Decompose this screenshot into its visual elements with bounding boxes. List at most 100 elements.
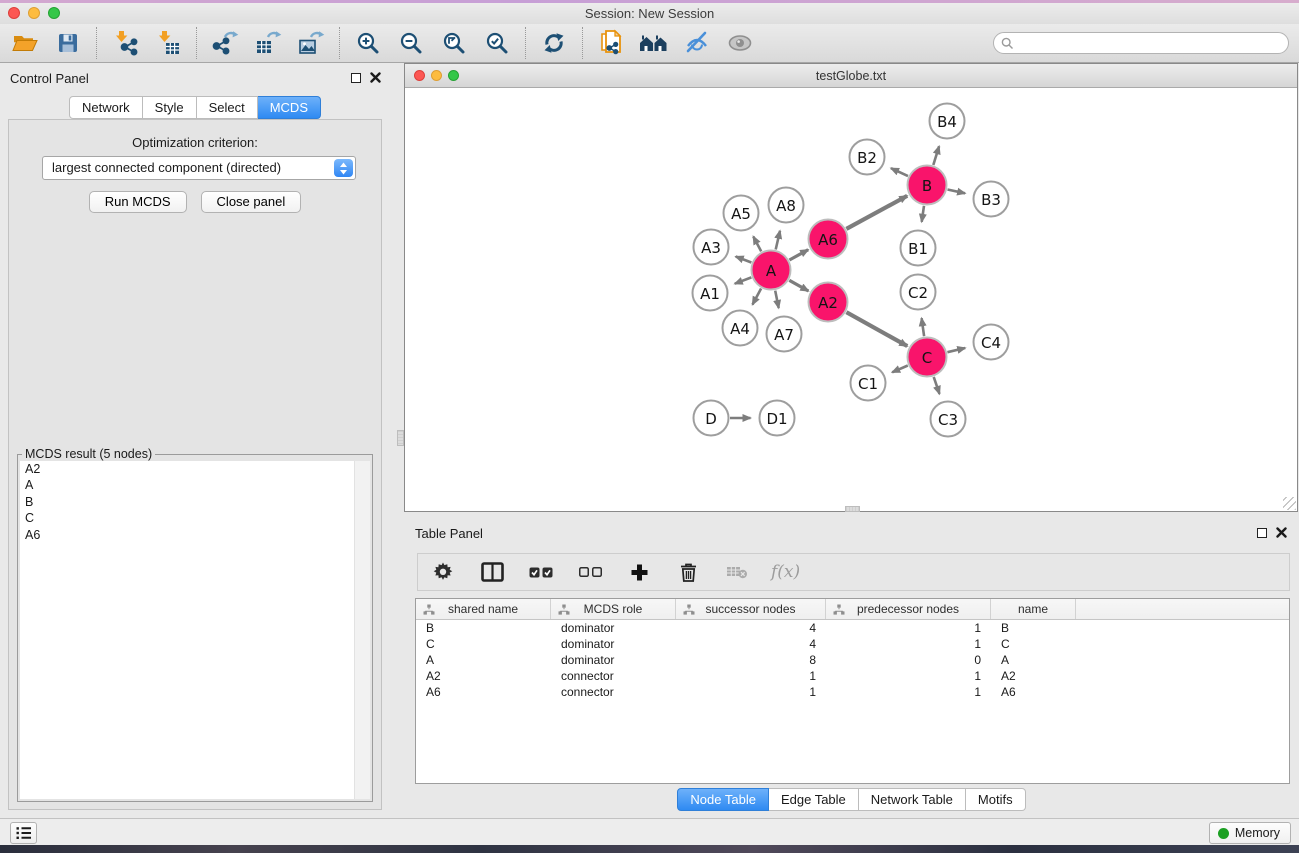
table-cell[interactable]: dominator bbox=[551, 636, 676, 652]
criterion-dropdown[interactable]: largest connected component (directed) bbox=[42, 156, 356, 180]
graph-edge-A2-C[interactable] bbox=[846, 312, 907, 346]
search-input[interactable] bbox=[1019, 36, 1281, 50]
table-cell[interactable]: 8 bbox=[676, 652, 826, 668]
graph-edge-A-A7[interactable] bbox=[775, 291, 779, 308]
graph-edge-B-B1[interactable] bbox=[922, 206, 924, 222]
open-session-icon[interactable] bbox=[10, 28, 40, 58]
column-header-predecessor-nodes[interactable]: predecessor nodes bbox=[826, 599, 991, 619]
add-column-icon[interactable] bbox=[624, 557, 654, 587]
graph-edge-B-B4[interactable] bbox=[933, 146, 939, 165]
table-row[interactable]: Bdominator41B bbox=[416, 620, 1289, 636]
panel-divider-grip[interactable] bbox=[397, 430, 404, 446]
close-panel-button[interactable]: Close panel bbox=[201, 191, 302, 213]
table-cell[interactable]: dominator bbox=[551, 652, 676, 668]
table-tab-network-table[interactable]: Network Table bbox=[859, 788, 966, 811]
network-close-button[interactable] bbox=[414, 70, 425, 81]
settings-gear-icon[interactable] bbox=[428, 557, 458, 587]
table-cell[interactable]: 1 bbox=[826, 684, 991, 700]
graph-edge-A6-B[interactable] bbox=[846, 196, 907, 229]
zoom-out-icon[interactable] bbox=[396, 28, 426, 58]
table-cell[interactable]: A bbox=[416, 652, 551, 668]
table-cell[interactable]: A2 bbox=[416, 668, 551, 684]
export-image-icon[interactable] bbox=[296, 28, 326, 58]
memory-button[interactable]: Memory bbox=[1209, 822, 1291, 844]
zoom-selected-icon[interactable] bbox=[482, 28, 512, 58]
table-cell[interactable]: B bbox=[416, 620, 551, 636]
mcds-result-list[interactable]: A2ABCA6 bbox=[20, 461, 370, 799]
float-table-panel-icon[interactable] bbox=[1257, 528, 1267, 538]
table-row[interactable]: Cdominator41C bbox=[416, 636, 1289, 652]
graph-edge-A-A4[interactable] bbox=[753, 289, 762, 305]
table-cell[interactable]: 1 bbox=[826, 636, 991, 652]
close-window-button[interactable] bbox=[8, 7, 20, 19]
tab-mcds[interactable]: MCDS bbox=[258, 96, 321, 119]
result-list-item[interactable]: A bbox=[20, 477, 370, 493]
result-list-item[interactable]: B bbox=[20, 494, 370, 510]
column-header-shared-name[interactable]: shared name bbox=[416, 599, 551, 619]
graph-edge-A-A2[interactable] bbox=[789, 280, 808, 291]
table-row[interactable]: A6connector11A6 bbox=[416, 684, 1289, 700]
table-cell[interactable]: 4 bbox=[676, 620, 826, 636]
export-network-icon[interactable] bbox=[210, 28, 240, 58]
table-cell[interactable]: 1 bbox=[826, 620, 991, 636]
window-titlebar[interactable]: Session: New Session bbox=[0, 3, 1299, 24]
graph-edge-C-C3[interactable] bbox=[934, 377, 940, 394]
network-graph[interactable]: B4B2BB3A5A8A6A3AB1A1A2C2A4A7C4CC1C3DD1 bbox=[405, 89, 1297, 512]
zoom-window-button[interactable] bbox=[48, 7, 60, 19]
hide-details-icon[interactable] bbox=[682, 28, 712, 58]
deselect-all-checkboxes-icon[interactable] bbox=[575, 557, 605, 587]
minimize-window-button[interactable] bbox=[28, 7, 40, 19]
graph-edge-A-A6[interactable] bbox=[789, 250, 808, 260]
network-zoom-button[interactable] bbox=[448, 70, 459, 81]
table-cell[interactable]: connector bbox=[551, 684, 676, 700]
window-bottom-grip[interactable] bbox=[845, 506, 860, 512]
import-network-icon[interactable] bbox=[110, 28, 140, 58]
graph-edge-A-A1[interactable] bbox=[735, 277, 752, 283]
table-row[interactable]: A2connector11A2 bbox=[416, 668, 1289, 684]
table-cell[interactable]: A bbox=[991, 652, 1076, 668]
graph-edge-B-B3[interactable] bbox=[948, 190, 966, 194]
delete-column-icon[interactable] bbox=[673, 557, 703, 587]
graph-edge-B-B2[interactable] bbox=[891, 168, 908, 176]
search-field[interactable] bbox=[993, 32, 1289, 54]
result-list-item[interactable]: A2 bbox=[20, 461, 370, 477]
table-cell[interactable]: dominator bbox=[551, 620, 676, 636]
clone-network-icon[interactable] bbox=[596, 28, 626, 58]
column-header-successor-nodes[interactable]: successor nodes bbox=[676, 599, 826, 619]
table-cell[interactable]: 1 bbox=[676, 668, 826, 684]
import-table-icon[interactable] bbox=[153, 28, 183, 58]
column-header-name[interactable]: name bbox=[991, 599, 1076, 619]
network-minimize-button[interactable] bbox=[431, 70, 442, 81]
table-cell[interactable]: 1 bbox=[676, 684, 826, 700]
tab-style[interactable]: Style bbox=[143, 96, 197, 119]
table-cell[interactable]: B bbox=[991, 620, 1076, 636]
select-all-checkboxes-icon[interactable] bbox=[526, 557, 556, 587]
column-layout-icon[interactable] bbox=[477, 557, 507, 587]
column-header-mcds-role[interactable]: MCDS role bbox=[551, 599, 676, 619]
table-cell[interactable]: C bbox=[991, 636, 1076, 652]
graph-edge-A-A3[interactable] bbox=[736, 257, 752, 263]
tab-select[interactable]: Select bbox=[197, 96, 258, 119]
delete-table-icon[interactable] bbox=[722, 557, 752, 587]
close-panel-icon[interactable] bbox=[370, 72, 381, 83]
graph-edge-A-A5[interactable] bbox=[753, 237, 761, 252]
graph-edge-A-A8[interactable] bbox=[776, 231, 780, 250]
reset-home-icon[interactable] bbox=[639, 28, 669, 58]
table-cell[interactable]: 4 bbox=[676, 636, 826, 652]
network-window-titlebar[interactable]: testGlobe.txt bbox=[405, 64, 1297, 88]
close-table-panel-icon[interactable] bbox=[1276, 527, 1287, 538]
graph-edge-C-C2[interactable] bbox=[922, 318, 925, 336]
zoom-fit-icon[interactable] bbox=[439, 28, 469, 58]
table-cell[interactable]: A6 bbox=[416, 684, 551, 700]
table-cell[interactable]: 1 bbox=[826, 668, 991, 684]
run-mcds-button[interactable]: Run MCDS bbox=[89, 191, 187, 213]
tab-network[interactable]: Network bbox=[69, 96, 143, 119]
table-tab-motifs[interactable]: Motifs bbox=[966, 788, 1026, 811]
refresh-layout-icon[interactable] bbox=[539, 28, 569, 58]
show-details-eye-icon[interactable] bbox=[725, 28, 755, 58]
table-cell[interactable]: A6 bbox=[991, 684, 1076, 700]
table-cell[interactable]: 0 bbox=[826, 652, 991, 668]
table-cell[interactable]: C bbox=[416, 636, 551, 652]
save-session-icon[interactable] bbox=[53, 28, 83, 58]
graph-edge-C-C1[interactable] bbox=[892, 366, 908, 373]
